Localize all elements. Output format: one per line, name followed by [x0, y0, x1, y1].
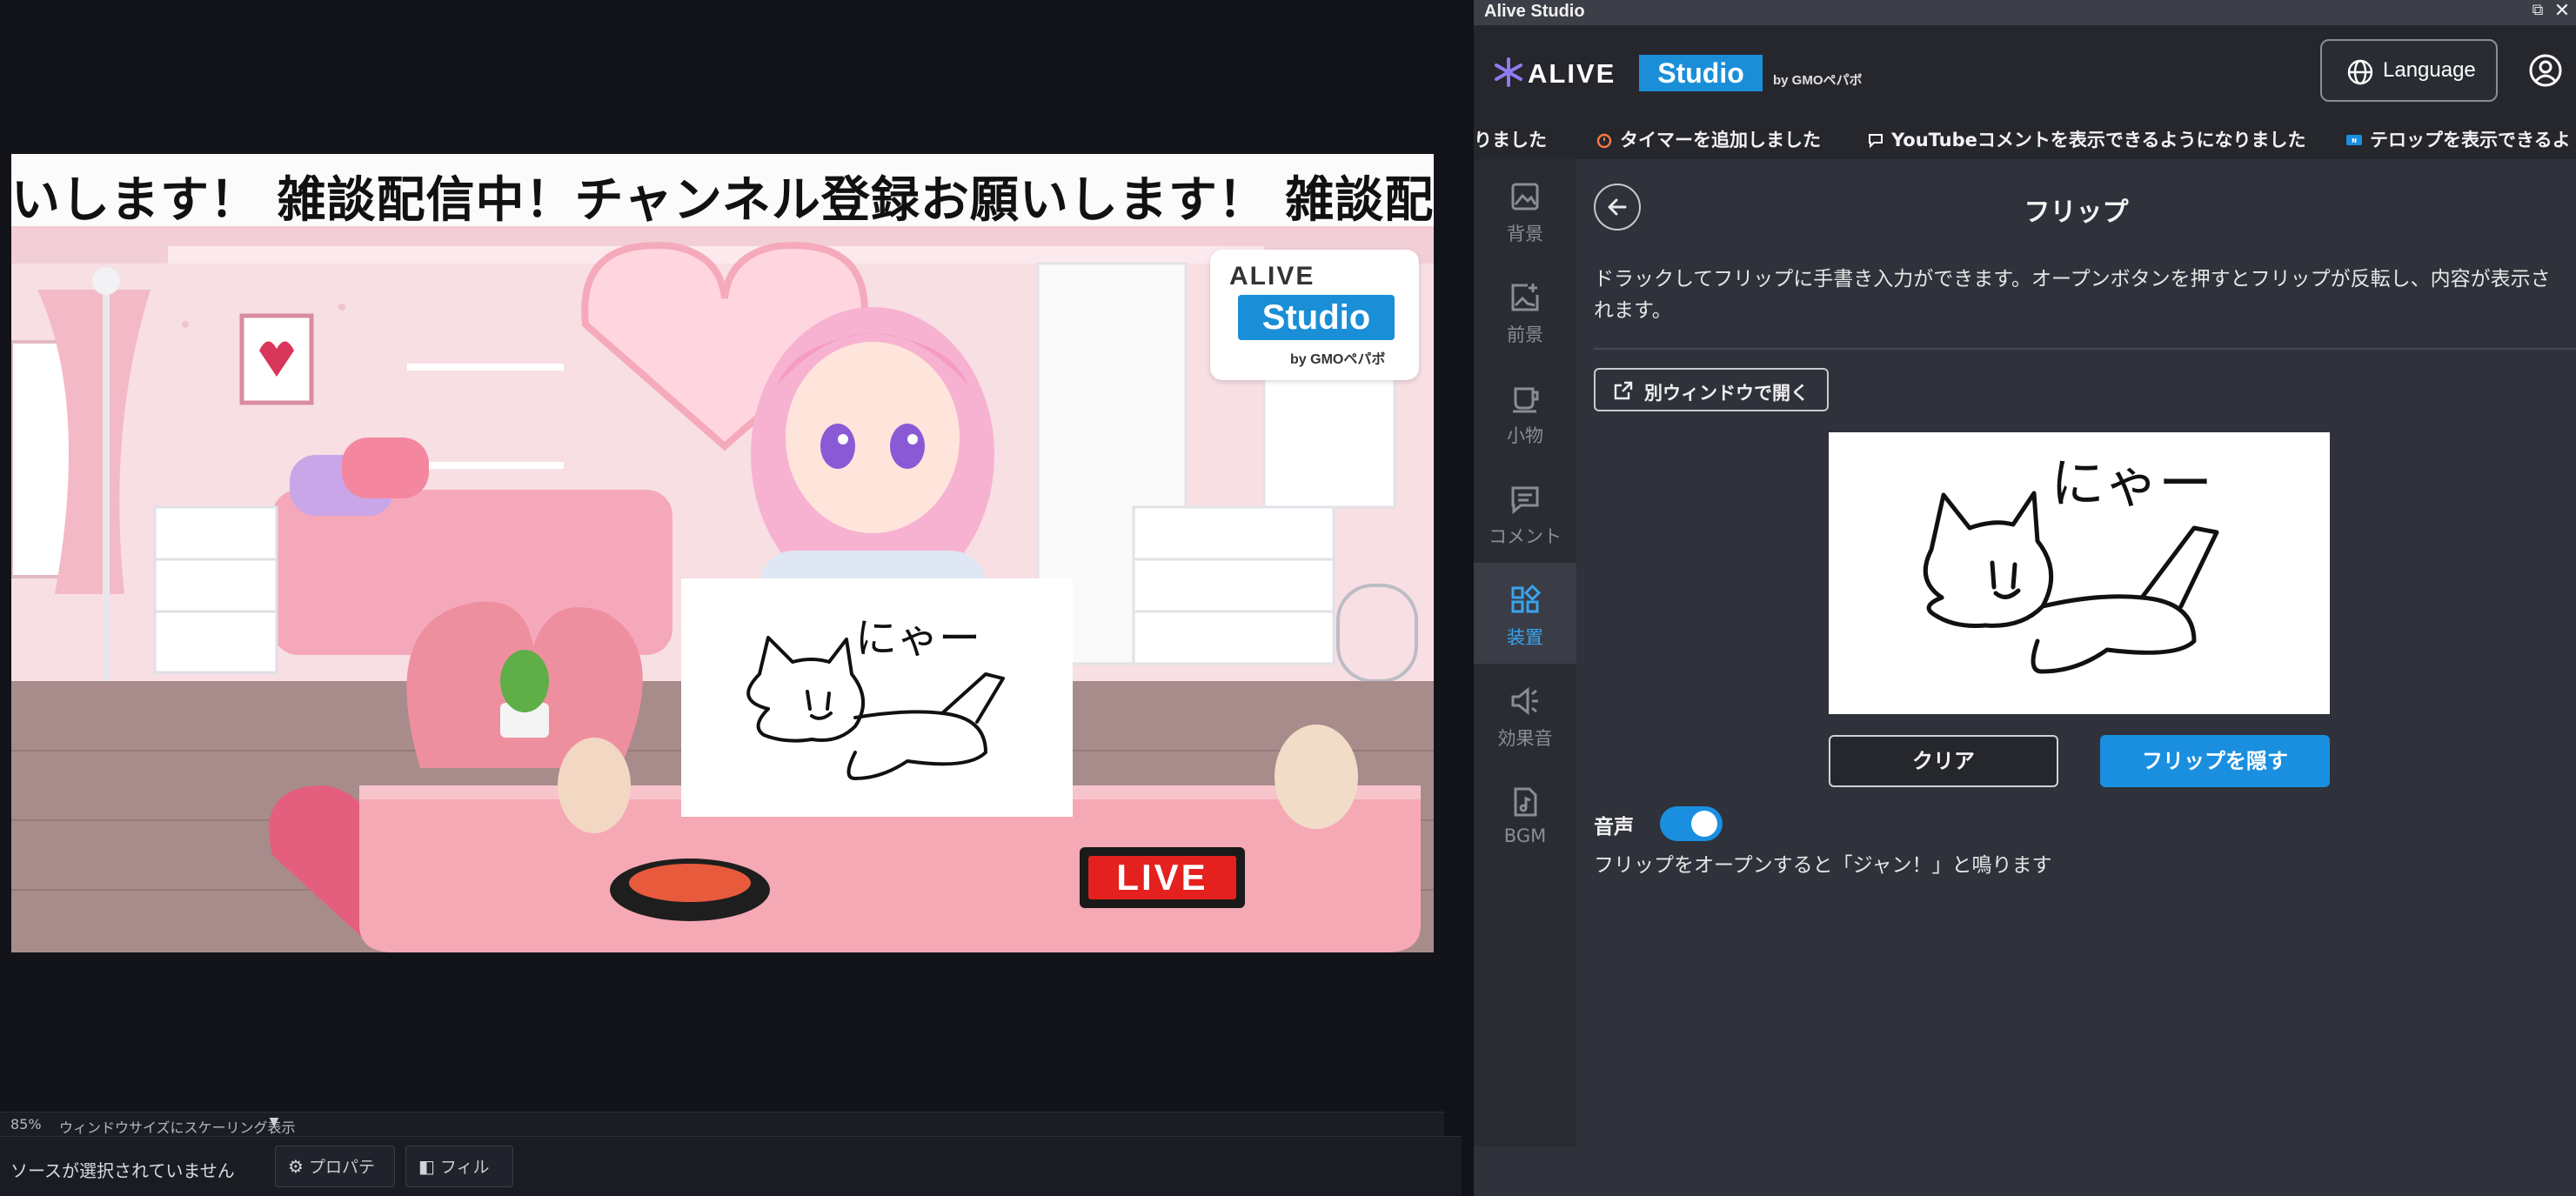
news-ticker: りました タイマーを追加しました YouTubeコメントを表示できるようになりま…: [1474, 116, 2576, 159]
live-sign-text: LIVE: [1088, 856, 1236, 899]
scene-flip-drawing: にゃー: [746, 614, 1005, 780]
divider: [1594, 348, 2576, 350]
brand-studio-text: Studio: [1639, 55, 1763, 91]
news-item-text: テロップを表示できるよ: [2370, 130, 2571, 150]
news-item-text: タイマーを追加しました: [1620, 130, 1821, 150]
sidebar-item-props[interactable]: 小物: [1474, 361, 1576, 462]
zoom-mode-dropdown-icon[interactable]: ▼: [264, 1115, 284, 1134]
sidebar-item-sound-effects[interactable]: 効果音: [1474, 664, 1576, 765]
filter-icon: ◧: [418, 1156, 435, 1177]
screen: いします！ 雑談配信中！チャンネル登録お願いします！ 雑談配信中！ ALIVE …: [0, 0, 2576, 1196]
scene-logo-studio: Studio: [1238, 295, 1395, 340]
sidebar-item-label: 装置: [1507, 627, 1543, 648]
svg-text:N: N: [2352, 137, 2357, 144]
sound-label: 音声: [1594, 816, 1634, 839]
flip-canvas-text: にゃー: [2051, 451, 2212, 515]
sidebar-item-label: BGM: [1503, 825, 1547, 846]
language-button[interactable]: Language: [2320, 39, 2498, 102]
close-icon[interactable]: ✕: [2551, 0, 2573, 24]
no-source-label: ソースが選択されていません: [10, 1160, 235, 1181]
brand-star-icon: [1495, 57, 1522, 87]
news-item-text: りました: [1474, 130, 1547, 150]
sidebar: 背景 前景 小物 コメント 装置 効果音 BGM: [1474, 159, 1576, 1146]
open-external-icon: [1614, 381, 1633, 400]
sidebar-item-label: 前景: [1507, 324, 1543, 345]
open-in-new-window-button[interactable]: 別ウィンドウで開く: [1594, 368, 1829, 411]
zoom-percent: 85%: [10, 1116, 42, 1133]
gear-icon: ⚙: [288, 1156, 304, 1177]
sidebar-item-label: 小物: [1507, 425, 1543, 446]
ticker-bar: いします！ 雑談配信中！チャンネル登録お願いします！ 雑談配信中！: [11, 154, 1434, 229]
sidebar-item-comments[interactable]: コメント: [1474, 462, 1576, 563]
sound-toggle[interactable]: [1660, 806, 1723, 841]
news-item[interactable]: タイマーを追加しました: [1596, 126, 1821, 152]
scene-flip-text: にゃー: [855, 614, 980, 663]
app-header: ALIVE Studio by GMOペパボ Language: [1474, 25, 2576, 116]
comment-icon: [1511, 486, 1539, 515]
alive-studio-window: Alive Studio ⧉ ✕ ALIVE Studio by GMOペパボ: [1474, 0, 2576, 1196]
scene-logo-by: by GMOペパボ: [1290, 352, 1386, 367]
widgets-icon: [1511, 584, 1542, 613]
source-toolbar: ソースが選択されていません ⚙プロパティ ◧フィルタ: [0, 1136, 1462, 1196]
sidebar-item-label: コメント: [1489, 526, 1562, 547]
alarm-icon: [1596, 133, 1612, 149]
scene-alive-studio-logo: ALIVE Studio by GMOペパボ: [1210, 250, 1419, 380]
sidebar-item-bgm[interactable]: BGM: [1474, 765, 1576, 865]
hide-flip-button[interactable]: フリップを隠す: [2100, 735, 2330, 787]
title-bar: Alive Studio ⧉ ✕: [1474, 0, 2576, 25]
sidebar-item-devices[interactable]: 装置: [1474, 563, 1576, 664]
sidebar-item-background[interactable]: 背景: [1474, 159, 1576, 260]
sidebar-item-foreground[interactable]: 前景: [1474, 260, 1576, 361]
open-in-new-window-label: 別ウィンドウで開く: [1644, 383, 1809, 404]
stream-scene[interactable]: いします！ 雑談配信中！チャンネル登録お願いします！ 雑談配信中！ ALIVE …: [11, 154, 1434, 952]
scene-logo-alive: ALIVE: [1229, 262, 1315, 291]
language-label: Language: [2383, 58, 2476, 82]
speaker-icon: [1511, 686, 1538, 716]
new-badge-icon: N: [2346, 135, 2362, 145]
restore-window-icon[interactable]: ⧉: [2526, 1, 2549, 23]
zoom-strip: 85% ウィンドウサイズにスケーリング表示 ▼: [0, 1112, 1444, 1136]
clear-button[interactable]: クリア: [1829, 735, 2058, 787]
add-image-icon: [1511, 284, 1539, 311]
sidebar-item-label: 背景: [1507, 224, 1543, 244]
flip-drawing: にゃー: [1923, 451, 2219, 674]
music-file-icon: [1514, 787, 1537, 817]
scene-flip-board: にゃー: [681, 578, 1073, 817]
image-icon: [1511, 183, 1539, 210]
comment-icon: [1869, 134, 1883, 149]
sidebar-item-label: 効果音: [1497, 728, 1553, 749]
account-icon[interactable]: [2528, 53, 2563, 88]
page-description: ドラックしてフリップに手書き入力ができます。オープンボタンを押すとフリップが反転…: [1594, 268, 2551, 322]
sound-toggle-knob: [1691, 811, 1717, 837]
properties-button[interactable]: ⚙プロパティ: [275, 1146, 395, 1187]
obs-preview-area[interactable]: いします！ 雑談配信中！チャンネル登録お願いします！ 雑談配信中！ ALIVE …: [0, 0, 1444, 1116]
globe-icon: [2347, 59, 2373, 85]
flip-page: フリップ ドラックしてフリップに手書き入力ができます。オープンボタンを押すとフリ…: [1576, 159, 2576, 1196]
news-item[interactable]: N テロップを表示できるよ: [2345, 126, 2571, 152]
live-sign: LIVE: [1080, 847, 1245, 908]
filter-button[interactable]: ◧フィルタ: [405, 1146, 513, 1187]
zoom-mode-label: ウィンドウサイズにスケーリング表示: [59, 1119, 296, 1136]
ticker-text: いします！ 雑談配信中！チャンネル登録お願いします！ 雑談配信中！: [11, 172, 1434, 229]
news-item[interactable]: YouTubeコメントを表示できるようになりました: [1867, 126, 2305, 152]
flip-drawing-canvas[interactable]: にゃー: [1829, 432, 2330, 714]
sound-note: フリップをオープンすると「ジャン！」と鳴ります: [1594, 854, 2052, 877]
brand-by-text: by GMOペパボ: [1773, 73, 1863, 88]
news-item[interactable]: りました: [1474, 126, 1547, 152]
brand-alive-text: ALIVE: [1528, 58, 1616, 89]
cup-icon: [1513, 387, 1539, 413]
window-title: Alive Studio: [1484, 2, 1585, 21]
news-item-text: YouTubeコメントを表示できるようになりました: [1891, 130, 2306, 150]
page-title: フリップ: [2024, 197, 2129, 228]
